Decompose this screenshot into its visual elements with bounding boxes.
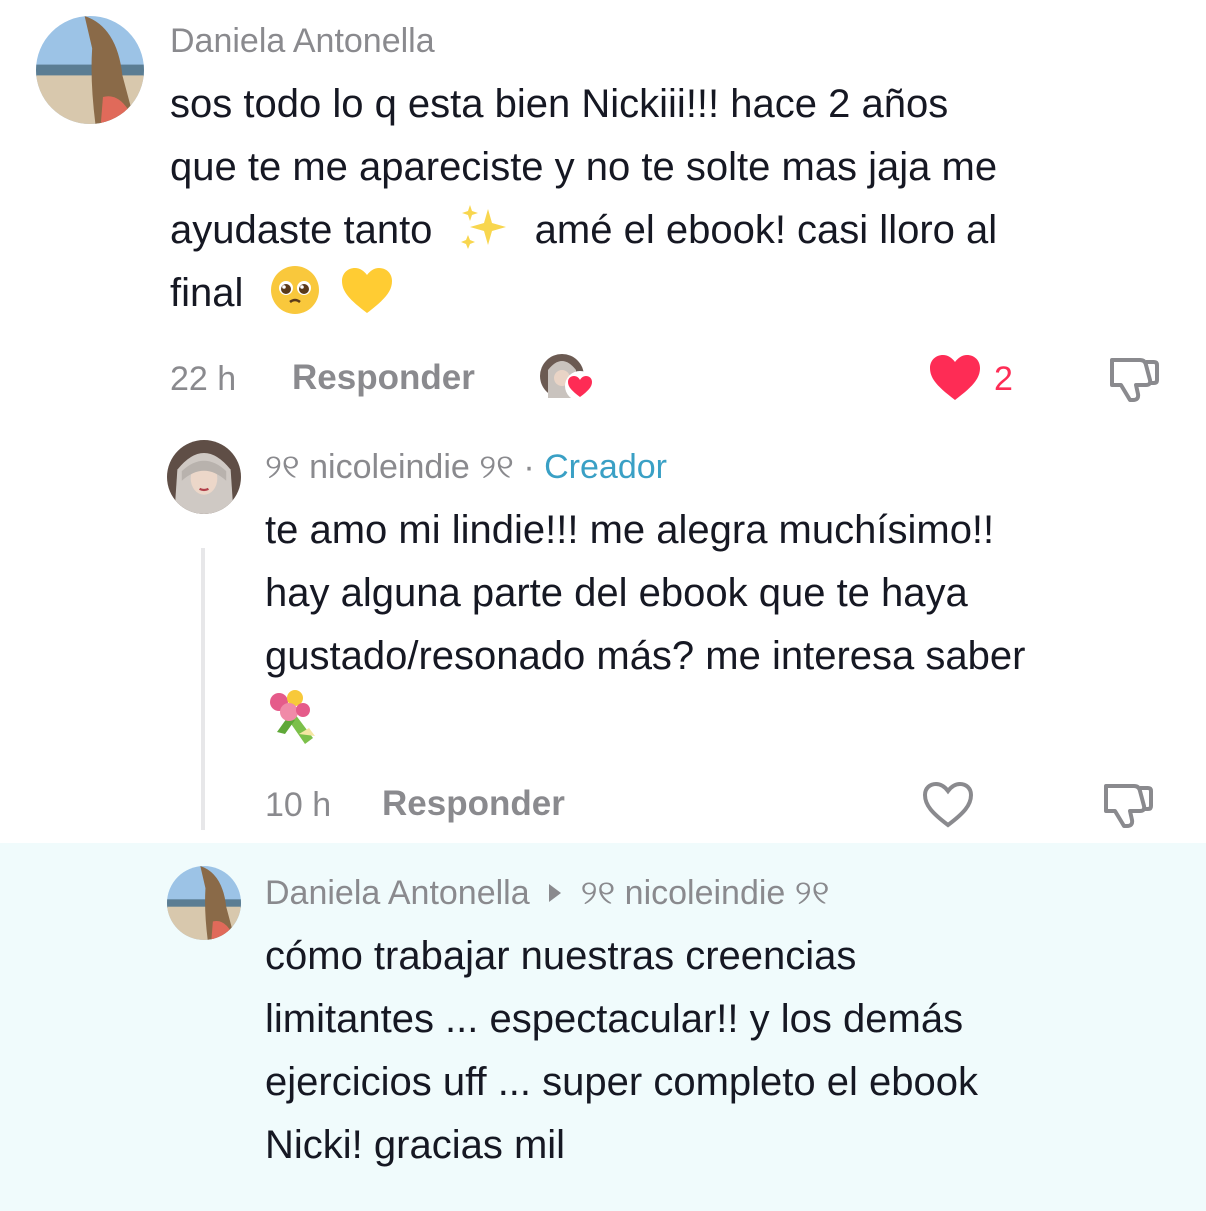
sparkles-emoji-icon — [458, 203, 510, 251]
comment-line: limitantes ... espectacular!! y los demá… — [265, 997, 964, 1041]
comment-timestamp: 22 h — [170, 360, 237, 398]
like-count: 2 — [994, 360, 1013, 398]
heart-icon[interactable] — [921, 781, 975, 829]
comment-text: cómo trabajar nuestras creencias limitan… — [265, 925, 1185, 1177]
username-decoration: ୨୧ — [265, 448, 300, 486]
comment-text: sos todo lo q esta bien Nickiii!!! hace … — [170, 73, 1170, 325]
comment-line: que te me apareciste y no te solte mas j… — [170, 145, 998, 189]
comment-text: te amo mi lindie!!! me alegra muchísimo!… — [265, 499, 1185, 759]
comment-fragment: amé el ebook! casi lloro al — [534, 208, 998, 252]
comment-line: te amo mi lindie!!! me alegra muchísimo!… — [265, 508, 995, 552]
reply-to-username: nicoleindie — [624, 874, 786, 912]
creator-liked-badge — [538, 352, 600, 404]
thumbs-down-icon[interactable] — [1106, 354, 1162, 404]
username-decoration: ୨୧ — [479, 448, 514, 486]
comment-line: ejercicios uff ... super completo el ebo… — [265, 1060, 978, 1104]
yellow-heart-emoji-icon — [340, 266, 394, 316]
comment-line — [265, 688, 1185, 759]
reply-button[interactable]: Responder — [382, 786, 565, 821]
avatar-nicoleindie[interactable] — [167, 440, 241, 514]
bouquet-emoji-icon — [265, 688, 323, 746]
comments-page: Daniela Antonella sos todo lo q esta bie… — [0, 0, 1206, 1211]
comment-line: ayudaste tanto amé el ebook! casi lloro … — [170, 199, 1170, 262]
comment-line: final — [170, 262, 1170, 325]
comment-line: cómo trabajar nuestras creencias — [265, 934, 857, 978]
comment-timestamp: 10 h — [265, 786, 332, 824]
separator-dot: · — [523, 448, 535, 486]
thumbs-down-icon[interactable] — [1100, 780, 1156, 830]
comment-line: Nicki! gracias mil — [265, 1123, 566, 1167]
comment-line: sos todo lo q esta bien Nickiii!!! hace … — [170, 82, 949, 126]
comment-username[interactable]: Daniela Antonella ୨୧ nicoleindie ୨୧ — [265, 876, 829, 910]
creator-badge: Creador — [544, 448, 667, 486]
comment-fragment: ayudaste tanto — [170, 208, 433, 252]
comment-line: hay alguna parte del ebook que te haya — [265, 571, 968, 615]
comment-username[interactable]: Daniela Antonella — [170, 24, 435, 58]
username-text: nicoleindie — [309, 448, 470, 486]
heart-icon[interactable] — [928, 354, 982, 402]
play-arrow-icon — [543, 878, 567, 904]
username-decoration: ୨୧ — [794, 874, 830, 912]
username-decoration: ୨୧ — [580, 874, 616, 912]
reply-button[interactable]: Responder — [292, 360, 475, 395]
avatar-daniela[interactable] — [36, 16, 144, 124]
comment-fragment: final — [170, 271, 244, 315]
comment-username[interactable]: ୨୧ nicoleindie ୨୧ · Creador — [265, 450, 667, 484]
comment-line: gustado/resonado más? me interesa saber — [265, 634, 1026, 678]
username-text: Daniela Antonella — [265, 874, 530, 912]
reply-thread-line — [201, 548, 205, 830]
avatar-daniela[interactable] — [167, 866, 241, 940]
pleading-face-emoji-icon — [269, 264, 321, 316]
